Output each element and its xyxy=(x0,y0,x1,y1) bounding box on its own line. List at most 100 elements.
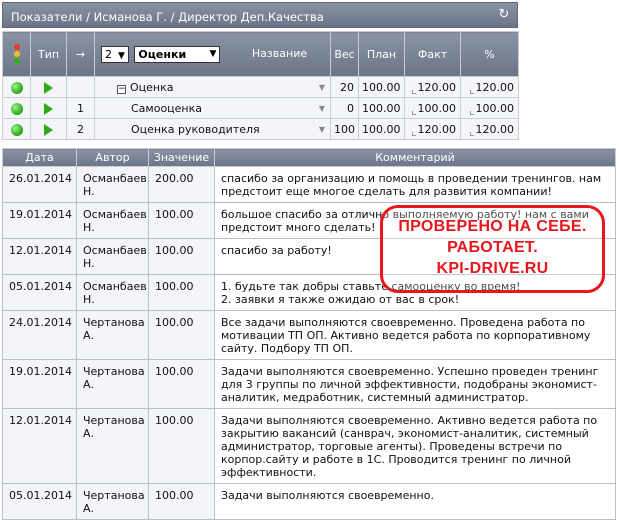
status-cell xyxy=(2,97,31,119)
stamp-line-3: KPI-DRIVE.RU xyxy=(436,260,549,277)
comment-text: Задачи выполняются своевременно. xyxy=(214,483,616,520)
percent-value: 100.00 xyxy=(475,101,515,115)
fact-value: 100.00 xyxy=(417,101,457,115)
plan-cell[interactable]: 100.00 xyxy=(358,76,405,98)
resize-corner-icon xyxy=(411,89,416,94)
percent-cell: 100.00 xyxy=(460,97,519,119)
watermark-stamp: ПРОВЕРЕНО НА СЕБЕ. РАБОТАЕТ. KPI-DRIVE.R… xyxy=(380,205,605,293)
comment-date: 05.01.2014 xyxy=(2,274,77,311)
comment-author: Османбаев Н. xyxy=(76,166,149,203)
comment-date: 19.01.2014 xyxy=(2,202,77,239)
kpi-name: Оценка руководителя xyxy=(131,122,260,136)
index-cell xyxy=(66,76,95,98)
type-column-header: Тип xyxy=(30,31,67,77)
kpi-row[interactable]: 1 Самооценка ▼ 0 100.00 100.00 100.00 xyxy=(2,97,519,119)
comment-row[interactable]: 24.01.2014 Чертанова А. 100.00 Все задач… xyxy=(2,310,616,360)
group-select[interactable]: Оценки ▼ xyxy=(134,45,221,63)
stamp-line-1: ПРОВЕРЕНО НА СЕБЕ. xyxy=(398,218,587,235)
comment-author: Чертанова А. xyxy=(76,408,149,484)
weight-cell[interactable]: 0 xyxy=(330,97,359,119)
comment-date: 12.01.2014 xyxy=(2,238,77,275)
comments-table: Дата Автор Значение Комментарий 26.01.20… xyxy=(2,148,616,520)
comment-row[interactable]: 05.01.2014 Чертанова А. 100.00 Задачи вы… xyxy=(2,483,616,520)
chevron-down-icon[interactable]: ▼ xyxy=(319,104,325,113)
fact-cell[interactable]: 120.00 xyxy=(404,118,461,140)
kpi-name-cell[interactable]: − Оценка ▼ xyxy=(94,76,331,98)
resize-corner-icon xyxy=(469,89,474,94)
percent-cell: 120.00 xyxy=(460,118,519,140)
name-column-label: Название xyxy=(251,47,308,60)
comment-author: Османбаев Н. xyxy=(76,238,149,275)
resize-corner-icon xyxy=(469,110,474,115)
comment-row[interactable]: 26.01.2014 Османбаев Н. 200.00 спасибо з… xyxy=(2,166,616,203)
comment-text: спасибо за организацию и помощь в провед… xyxy=(214,166,616,203)
kpi-row[interactable]: − Оценка ▼ 20 100.00 120.00 120.00 xyxy=(2,76,519,98)
kpi-name: Оценка xyxy=(130,80,174,94)
comment-value: 100.00 xyxy=(148,310,215,360)
author-column-header[interactable]: Автор xyxy=(76,148,149,167)
chevron-down-icon[interactable]: ▼ xyxy=(319,83,325,92)
comment-date: 05.01.2014 xyxy=(2,483,77,520)
comment-author: Чертанова А. xyxy=(76,310,149,360)
collapse-icon[interactable]: − xyxy=(117,84,126,94)
comment-author: Османбаев Н. xyxy=(76,274,149,311)
chevron-down-icon[interactable]: ▼ xyxy=(319,125,325,134)
stamp-line-2: РАБОТАЕТ. xyxy=(447,239,538,256)
comment-value: 100.00 xyxy=(148,483,215,520)
panel-title-bar: Показатели / Исманова Г. / Директор Деп.… xyxy=(2,2,518,28)
weight-cell[interactable]: 20 xyxy=(330,76,359,98)
comment-date: 12.01.2014 xyxy=(2,408,77,484)
comment-column-header[interactable]: Комментарий xyxy=(214,148,616,167)
plan-column-header: План xyxy=(358,31,405,77)
comment-row[interactable]: 12.01.2014 Чертанова А. 100.00 Задачи вы… xyxy=(2,408,616,484)
type-cell[interactable] xyxy=(30,97,67,119)
kpi-table: Тип → 2 ▼ Оценки ▼ Название Вес План Факт … xyxy=(2,31,519,140)
kpi-header-row: Тип → 2 ▼ Оценки ▼ Название Вес План Факт … xyxy=(2,31,519,77)
percent-column-header: % xyxy=(460,31,519,77)
resize-corner-icon xyxy=(411,131,416,136)
comment-author: Османбаев Н. xyxy=(76,202,149,239)
status-cell xyxy=(2,76,31,98)
comment-text: Все задачи выполняются своевременно. Про… xyxy=(214,310,616,360)
comment-row[interactable]: 19.01.2014 Чертанова А. 100.00 Задачи вы… xyxy=(2,359,616,409)
comment-author: Чертанова А. xyxy=(76,483,149,520)
traffic-light-icon xyxy=(13,43,20,65)
comment-text: Задачи выполняются своевременно. Успешно… xyxy=(214,359,616,409)
fact-column-header: Факт xyxy=(404,31,461,77)
status-green-icon xyxy=(10,102,23,115)
plan-cell[interactable]: 100.00 xyxy=(358,118,405,140)
play-icon[interactable] xyxy=(44,81,53,94)
date-column-header[interactable]: Дата xyxy=(2,148,77,167)
type-cell[interactable] xyxy=(30,118,67,140)
group-select-value: Оценки xyxy=(138,47,187,61)
play-icon[interactable] xyxy=(44,102,53,115)
comment-value: 100.00 xyxy=(148,359,215,409)
comment-date: 24.01.2014 xyxy=(2,310,77,360)
type-cell[interactable] xyxy=(30,76,67,98)
weight-column-header: Вес xyxy=(330,31,359,77)
status-cell xyxy=(2,118,31,140)
comments-header-row: Дата Автор Значение Комментарий xyxy=(2,148,616,167)
value-column-header[interactable]: Значение xyxy=(148,148,215,167)
comment-date: 26.01.2014 xyxy=(2,166,77,203)
comment-value: 200.00 xyxy=(148,166,215,203)
refresh-icon[interactable]: ↻ xyxy=(497,8,511,22)
level-select[interactable]: 2 ▼ xyxy=(101,45,129,63)
index-cell: 1 xyxy=(66,97,95,119)
name-column-header: 2 ▼ Оценки ▼ Название xyxy=(94,31,331,77)
fact-cell[interactable]: 120.00 xyxy=(404,76,461,98)
fact-cell[interactable]: 100.00 xyxy=(404,97,461,119)
plan-cell[interactable]: 100.00 xyxy=(358,97,405,119)
weight-cell[interactable]: 100 xyxy=(330,118,359,140)
resize-corner-icon xyxy=(411,110,416,115)
chevron-down-icon: ▼ xyxy=(209,48,217,59)
comment-value: 100.00 xyxy=(148,408,215,484)
kpi-name-cell[interactable]: Оценка руководителя ▼ xyxy=(94,118,331,140)
play-icon[interactable] xyxy=(44,123,53,136)
kpi-row[interactable]: 2 Оценка руководителя ▼ 100 100.00 120.0… xyxy=(2,118,519,140)
fact-value: 120.00 xyxy=(417,122,457,136)
index-cell: 2 xyxy=(66,118,95,140)
status-green-icon xyxy=(10,123,23,136)
page-title: Показатели / Исманова Г. / Директор Деп.… xyxy=(11,10,324,24)
kpi-name-cell[interactable]: Самооценка ▼ xyxy=(94,97,331,119)
